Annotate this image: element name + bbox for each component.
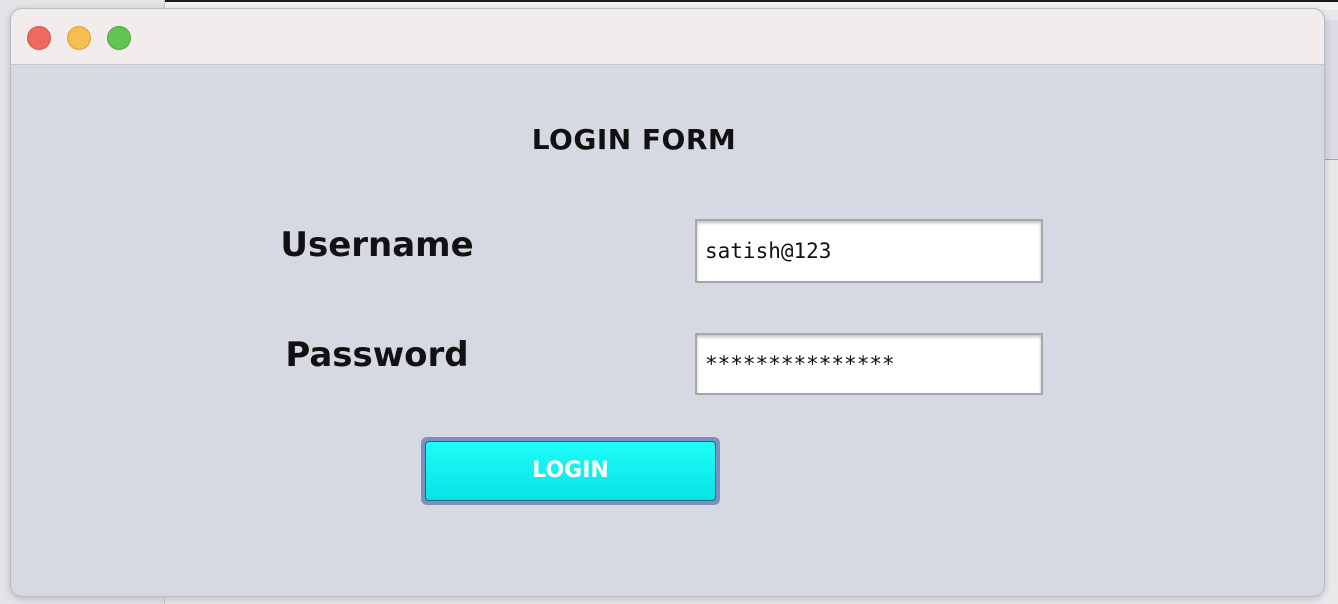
login-button[interactable]: LOGIN	[421, 437, 720, 505]
window-titlebar[interactable]	[11, 9, 1324, 65]
close-window-icon[interactable]	[27, 26, 51, 50]
minimize-window-icon[interactable]	[67, 26, 91, 50]
username-input[interactable]: satish@123	[695, 219, 1043, 283]
username-label: Username	[280, 225, 474, 265]
login-button-label: LOGIN	[425, 441, 716, 501]
login-window: LOGIN FORM Username satish@123 Password …	[10, 8, 1325, 597]
form-title: LOGIN FORM	[531, 123, 737, 156]
password-label: Password	[285, 335, 469, 375]
maximize-window-icon[interactable]	[107, 26, 131, 50]
password-input[interactable]: ***************	[695, 333, 1043, 395]
